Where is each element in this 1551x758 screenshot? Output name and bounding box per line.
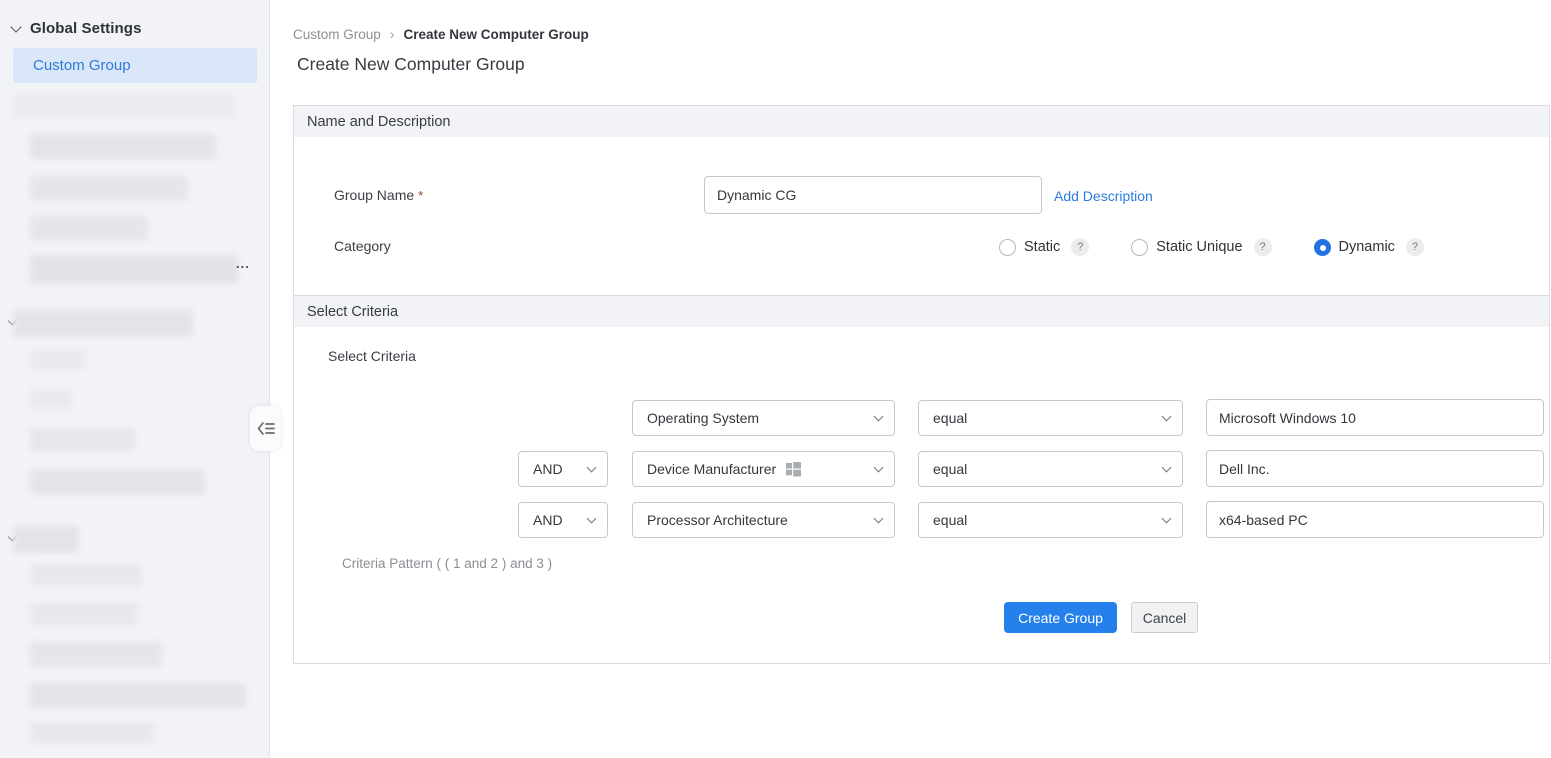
redacted-sidebar-item xyxy=(30,176,188,201)
criteria-pattern-text: Criteria Pattern ( ( 1 and 2 ) and 3 ) xyxy=(342,556,552,571)
group-name-input[interactable] xyxy=(704,176,1042,214)
attribute-select[interactable]: Device Manufacturer xyxy=(632,451,895,487)
add-description-link[interactable]: Add Description xyxy=(1054,188,1153,204)
redacted-sidebar-item xyxy=(30,350,85,370)
breadcrumb-current: Create New Computer Group xyxy=(403,27,588,42)
windows-logo-icon xyxy=(786,462,801,477)
redacted-sidebar-item xyxy=(13,95,235,117)
select-criteria-label: Select Criteria xyxy=(328,348,416,364)
help-icon[interactable]: ? xyxy=(1071,238,1089,256)
redacted-sidebar-item xyxy=(30,683,246,708)
chevron-down-icon xyxy=(1162,514,1172,524)
section-header-label: Select Criteria xyxy=(307,304,398,320)
criteria-value-input[interactable] xyxy=(1206,399,1544,436)
breadcrumb-separator-icon: › xyxy=(390,26,395,42)
radio-selected-icon[interactable] xyxy=(1314,239,1331,256)
breadcrumb: Custom Group › Create New Computer Group xyxy=(293,26,589,42)
sidebar: Global Settings Custom Group ... xyxy=(0,0,270,758)
app-root: Global Settings Custom Group ... xyxy=(0,0,1551,758)
redacted-sidebar-item xyxy=(30,723,154,743)
chevron-down-icon xyxy=(587,463,597,473)
redacted-sidebar-item xyxy=(30,564,142,586)
join-operator-select[interactable]: AND xyxy=(518,502,608,538)
criteria-value-input[interactable] xyxy=(1206,450,1544,487)
section-header-name-description: Name and Description xyxy=(294,105,1549,137)
radio-unselected-icon[interactable] xyxy=(1131,239,1148,256)
category-label: Category xyxy=(334,238,391,254)
page-title: Create New Computer Group xyxy=(297,54,525,75)
redacted-sidebar-item xyxy=(30,603,138,626)
help-icon[interactable]: ? xyxy=(1254,238,1272,256)
sidebar-item-custom-group[interactable]: Custom Group xyxy=(13,48,257,83)
chevron-down-icon xyxy=(1162,463,1172,473)
redacted-sidebar-group xyxy=(13,526,79,553)
redacted-sidebar-group xyxy=(13,310,193,337)
sidebar-item-label: Custom Group xyxy=(33,57,131,74)
sidebar-more-indicator[interactable]: ... xyxy=(236,256,250,271)
sidebar-group-global-settings[interactable]: Global Settings xyxy=(10,20,142,37)
radio-option-static[interactable]: Static ? xyxy=(999,238,1089,256)
create-group-button[interactable]: Create Group xyxy=(1004,602,1117,633)
radio-option-static-unique[interactable]: Static Unique ? xyxy=(1131,238,1271,256)
required-asterisk: * xyxy=(418,188,423,203)
redacted-sidebar-item xyxy=(30,469,205,495)
group-name-label: Group Name* xyxy=(334,187,423,203)
criteria-value-input[interactable] xyxy=(1206,501,1544,538)
redacted-sidebar-item xyxy=(30,389,72,409)
redacted-sidebar-item xyxy=(30,255,238,284)
sidebar-group-label: Global Settings xyxy=(30,20,142,37)
breadcrumb-custom-group[interactable]: Custom Group xyxy=(293,27,381,42)
attribute-select[interactable]: Operating System xyxy=(632,400,895,436)
join-operator-select[interactable]: AND xyxy=(518,451,608,487)
chevron-down-icon xyxy=(10,21,21,32)
chevron-down-icon xyxy=(587,514,597,524)
category-radio-group: Static ? Static Unique ? Dynamic ? xyxy=(999,238,1424,256)
attribute-select[interactable]: Processor Architecture xyxy=(632,502,895,538)
sidebar-collapse-button[interactable] xyxy=(250,406,281,451)
chevron-down-icon xyxy=(874,412,884,422)
radio-unselected-icon[interactable] xyxy=(999,239,1016,256)
section-header-label: Name and Description xyxy=(307,114,450,130)
section-header-select-criteria: Select Criteria xyxy=(294,295,1549,327)
chevron-down-icon xyxy=(1162,412,1172,422)
redacted-sidebar-item xyxy=(30,428,135,451)
redacted-sidebar-item xyxy=(30,134,216,159)
operator-select[interactable]: equal xyxy=(918,502,1183,538)
chevron-down-icon xyxy=(874,463,884,473)
help-icon[interactable]: ? xyxy=(1406,238,1424,256)
operator-select[interactable]: equal xyxy=(918,451,1183,487)
radio-option-dynamic[interactable]: Dynamic ? xyxy=(1314,238,1424,256)
redacted-sidebar-item xyxy=(30,642,162,667)
redacted-sidebar-item xyxy=(30,216,148,241)
operator-select[interactable]: equal xyxy=(918,400,1183,436)
cancel-button[interactable]: Cancel xyxy=(1131,602,1198,633)
form-panel: Name and Description Group Name* Add Des… xyxy=(293,105,1550,664)
chevron-down-icon xyxy=(874,514,884,524)
collapse-sidebar-icon xyxy=(257,421,275,436)
